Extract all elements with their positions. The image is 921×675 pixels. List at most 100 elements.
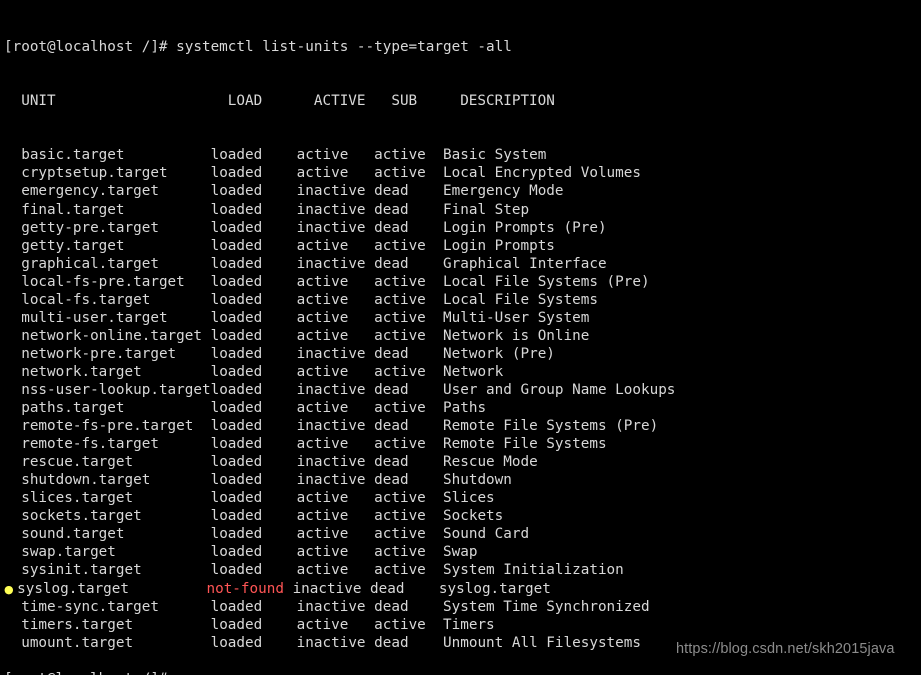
unit-active-state: active xyxy=(296,436,375,453)
unit-marker-spacer xyxy=(4,220,21,236)
unit-marker-spacer xyxy=(4,617,21,633)
unit-marker-spacer xyxy=(4,292,21,308)
unit-load-state: loaded xyxy=(210,219,297,236)
unit-row[interactable]: swap.target loaded active active Swap xyxy=(4,543,921,561)
unit-name: paths.target xyxy=(21,400,211,417)
unit-sub-state: active xyxy=(374,562,444,579)
unit-marker-spacer xyxy=(4,454,21,470)
unit-row[interactable]: emergency.target loaded inactive dead Em… xyxy=(4,182,921,200)
unit-sub-state: active xyxy=(374,490,444,507)
unit-row[interactable]: remote-fs-pre.target loaded inactive dea… xyxy=(4,417,921,435)
unit-active-state: inactive xyxy=(296,454,375,471)
unit-description: Graphical Interface xyxy=(443,255,607,272)
unit-description: System Initialization xyxy=(443,562,624,579)
unit-sub-state: dead xyxy=(374,201,444,218)
unit-active-state: inactive xyxy=(292,580,371,597)
unit-sub-state: active xyxy=(374,544,444,561)
unit-active-state: active xyxy=(296,616,375,633)
unit-description: Network is Online xyxy=(443,327,590,344)
unit-load-state: not-found xyxy=(206,580,293,597)
unit-sub-state: dead xyxy=(374,472,444,489)
unit-load-state: loaded xyxy=(210,508,297,525)
unit-marker-spacer xyxy=(4,382,21,398)
unit-active-state: active xyxy=(296,273,375,290)
unit-row[interactable]: paths.target loaded active active Paths xyxy=(4,399,921,417)
unit-row[interactable]: slices.target loaded active active Slice… xyxy=(4,489,921,507)
unit-row[interactable]: nss-user-lookup.targetloaded inactive de… xyxy=(4,381,921,399)
unit-load-state: loaded xyxy=(210,201,297,218)
watermark: https://blog.csdn.net/skh2015java xyxy=(676,641,895,657)
unit-row[interactable]: timers.target loaded active active Timer… xyxy=(4,616,921,634)
unit-row[interactable]: network-pre.target loaded inactive dead … xyxy=(4,345,921,363)
unit-sub-state: dead xyxy=(374,381,444,398)
unit-sub-state: active xyxy=(374,436,444,453)
unit-description: Final Step xyxy=(443,201,530,218)
unit-marker-spacer xyxy=(4,202,21,218)
unit-load-state: loaded xyxy=(210,327,297,344)
unit-row[interactable]: rescue.target loaded inactive dead Rescu… xyxy=(4,453,921,471)
unit-row[interactable]: final.target loaded inactive dead Final … xyxy=(4,201,921,219)
unit-description: Remote File Systems xyxy=(443,436,607,453)
unit-name: remote-fs.target xyxy=(21,436,211,453)
unit-row[interactable]: getty.target loaded active active Login … xyxy=(4,237,921,255)
unit-name: network-online.target xyxy=(21,327,211,344)
unit-marker-spacer xyxy=(4,274,21,290)
unit-load-state: loaded xyxy=(210,598,297,615)
unit-description: Emergency Mode xyxy=(443,183,564,200)
unit-row[interactable]: multi-user.target loaded active active M… xyxy=(4,309,921,327)
unit-active-state: active xyxy=(296,237,375,254)
unit-row[interactable]: network.target loaded active active Netw… xyxy=(4,363,921,381)
unit-active-state: inactive xyxy=(296,201,375,218)
unit-description: Local Encrypted Volumes xyxy=(443,165,641,182)
unit-description: Multi-User System xyxy=(443,309,590,326)
cut-off-prompt-line: [root@localhost /]# xyxy=(4,670,168,675)
unit-load-state: loaded xyxy=(210,147,297,164)
unit-description: Remote File Systems (Pre) xyxy=(443,418,659,435)
unit-description: System Time Synchronized xyxy=(443,598,650,615)
unit-row[interactable]: shutdown.target loaded inactive dead Shu… xyxy=(4,471,921,489)
unit-active-state: active xyxy=(296,309,375,326)
unit-description: Rescue Mode xyxy=(443,454,538,471)
unit-description: Timers xyxy=(443,616,495,633)
unit-marker-spacer xyxy=(4,599,21,615)
unit-sub-state: active xyxy=(374,165,444,182)
unit-row[interactable]: local-fs.target loaded active active Loc… xyxy=(4,291,921,309)
unit-description: syslog.target xyxy=(438,580,551,597)
unit-description: Swap xyxy=(443,544,478,561)
unit-row[interactable]: remote-fs.target loaded active active Re… xyxy=(4,435,921,453)
unit-load-state: loaded xyxy=(210,309,297,326)
unit-row[interactable]: getty-pre.target loaded inactive dead Lo… xyxy=(4,219,921,237)
cut-off-prompt-text: [root@localhost /]# xyxy=(4,671,168,675)
unit-active-state: inactive xyxy=(296,472,375,489)
unit-row[interactable]: sysinit.target loaded active active Syst… xyxy=(4,561,921,579)
unit-load-state: loaded xyxy=(210,291,297,308)
unit-name: final.target xyxy=(21,201,211,218)
unit-marker-spacer xyxy=(4,400,21,416)
terminal-screen[interactable]: [root@localhost /]# systemctl list-units… xyxy=(0,0,921,675)
unit-marker-spacer xyxy=(4,508,21,524)
unit-marker-spacer xyxy=(4,310,21,326)
unit-row[interactable]: graphical.target loaded inactive dead Gr… xyxy=(4,255,921,273)
unit-row[interactable]: network-online.target loaded active acti… xyxy=(4,327,921,345)
unit-description: Paths xyxy=(443,400,487,417)
unit-row[interactable]: time-sync.target loaded inactive dead Sy… xyxy=(4,598,921,616)
unit-row[interactable]: cryptsetup.target loaded active active L… xyxy=(4,164,921,182)
unit-row[interactable]: local-fs-pre.target loaded active active… xyxy=(4,273,921,291)
unit-active-state: active xyxy=(296,526,375,543)
unit-marker-spacer xyxy=(4,183,21,199)
unit-row[interactable]: sockets.target loaded active active Sock… xyxy=(4,507,921,525)
unit-row[interactable]: ● syslog.target not-found inactive dead … xyxy=(4,580,921,598)
unit-sub-state: active xyxy=(374,273,444,290)
unit-sub-state: active xyxy=(374,508,444,525)
unit-row[interactable]: basic.target loaded active active Basic … xyxy=(4,146,921,164)
unit-load-state: loaded xyxy=(210,472,297,489)
unit-load-state: loaded xyxy=(210,526,297,543)
unit-sub-state: dead xyxy=(370,580,439,597)
unit-marker-spacer xyxy=(4,346,21,362)
unit-description: Local File Systems xyxy=(443,291,598,308)
unit-status-bullet-icon: ● xyxy=(4,582,18,596)
unit-sub-state: active xyxy=(374,237,444,254)
unit-description: Unmount All Filesystems xyxy=(443,634,641,651)
unit-row[interactable]: sound.target loaded active active Sound … xyxy=(4,525,921,543)
unit-load-state: loaded xyxy=(210,418,297,435)
